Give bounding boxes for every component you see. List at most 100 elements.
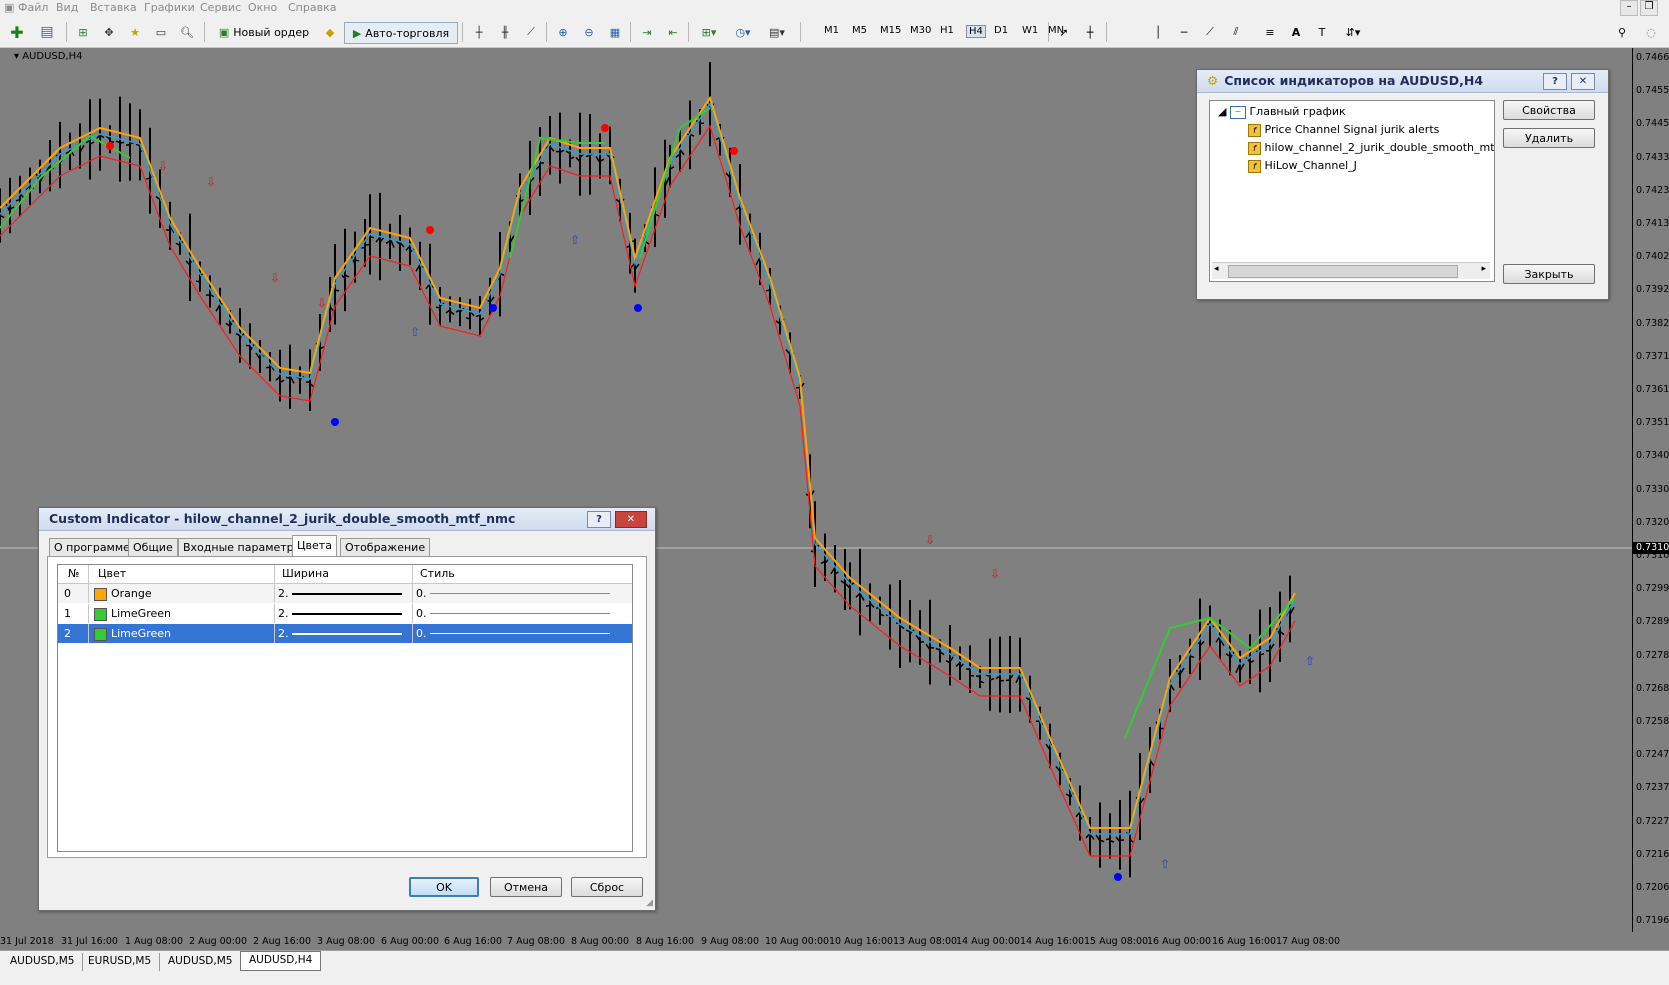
width-select[interactable]: 2. [278, 587, 406, 600]
line-chart-icon[interactable]: ⟋ [520, 22, 542, 42]
down-arrow-icon: ⇩ [270, 271, 280, 285]
chart-tab-eurusd-m5[interactable]: EURUSD,M5 [80, 953, 160, 971]
scroll-left-icon[interactable]: ◂ [1214, 264, 1219, 274]
color-picker[interactable]: LimeGreen [94, 607, 171, 621]
tree-root[interactable]: ◢ ~ Главный график [1218, 105, 1346, 119]
scroll-right-icon[interactable]: ▸ [1481, 264, 1486, 274]
fibonacci-icon[interactable]: ≡ [1260, 22, 1280, 42]
menu-help[interactable]: Справка [288, 1, 336, 14]
market-watch-icon[interactable]: ⊞ [72, 22, 94, 42]
navigator-icon[interactable]: ★ [124, 22, 146, 42]
close-icon[interactable]: ✕ [615, 511, 647, 528]
ohlc-close-tick [370, 237, 374, 238]
menu-view[interactable]: Вид [56, 1, 78, 14]
equidistant-channel-icon[interactable]: ⫽ [1226, 22, 1246, 42]
reset-button[interactable]: Сброс [571, 877, 643, 897]
metaeditor-icon[interactable]: ◆ [320, 22, 340, 42]
text-label-icon[interactable]: T [1312, 22, 1332, 42]
timeframe-m1[interactable]: M1 [824, 25, 839, 36]
help-button[interactable]: ? [587, 511, 611, 528]
indicators-dialog-titlebar[interactable]: ⚙Список индикаторов на AUDUSD,H4 ? ✕ [1197, 70, 1608, 93]
minimize-icon[interactable]: – [1620, 0, 1638, 16]
menu-window[interactable]: Окно [248, 1, 277, 14]
indicator-item-0[interactable]: f Price Channel Signal jurik alerts [1248, 123, 1439, 137]
tab-common[interactable]: Общие [128, 538, 178, 556]
chat-icon[interactable]: ◌ [1640, 22, 1662, 42]
chart-tab-audusd-m5[interactable]: AUDUSD,M5 [2, 953, 83, 971]
time-tick: 2 Aug 16:00 [253, 936, 311, 947]
color-swatch [94, 628, 107, 641]
ohlc-open-tick [246, 345, 250, 346]
collapse-icon[interactable]: ◢ [1218, 105, 1226, 118]
style-select[interactable]: 0. [416, 607, 628, 620]
chart-tab-audusd-m5-2[interactable]: AUDUSD,M5 [160, 953, 241, 971]
indicator-item-2[interactable]: f HiLow_Channel_J [1248, 159, 1357, 173]
custom-dialog-titlebar[interactable]: Custom Indicator - hilow_channel_2_jurik… [39, 508, 655, 531]
menu-insert[interactable]: Вставка [90, 1, 137, 14]
tab-visualization[interactable]: Отображение [340, 538, 430, 556]
autoscroll-icon[interactable]: ⇤ [662, 22, 684, 42]
help-button[interactable]: ? [1543, 73, 1567, 90]
style-select[interactable]: 0. [416, 587, 628, 600]
trendline-icon[interactable]: ⟋ [1200, 22, 1220, 42]
width-select[interactable]: 2. [278, 607, 406, 620]
bar-chart-icon[interactable]: ┼ [468, 22, 490, 42]
menu-charts[interactable]: Графики [144, 1, 195, 14]
chart-tab-audusd-h4[interactable]: AUDUSD,H4 [240, 951, 321, 971]
timeframe-m5[interactable]: M5 [852, 25, 867, 36]
arrows-menu-icon[interactable]: ⇵▾ [1338, 22, 1368, 42]
close-icon[interactable]: ✕ [1571, 73, 1595, 90]
color-row[interactable]: 1LimeGreen2.0. [58, 604, 632, 623]
templates-menu-icon[interactable]: ▤▾ [762, 22, 792, 42]
ok-button[interactable]: OK [409, 877, 479, 897]
custom-indicator-dialog: Custom Indicator - hilow_channel_2_jurik… [38, 507, 656, 911]
zoom-in-icon[interactable]: ⊕ [552, 22, 574, 42]
horizontal-scrollbar[interactable]: ◂ ▸ [1212, 262, 1490, 279]
style-select[interactable]: 0. [416, 627, 628, 640]
chart-shift-icon[interactable]: ⇥ [636, 22, 658, 42]
menu-tools[interactable]: Сервис [200, 1, 241, 14]
profiles-icon[interactable]: ▤ [34, 22, 60, 42]
scrollbar-thumb[interactable] [1228, 265, 1458, 278]
strategy-tester-icon[interactable]: 🔍︎ [176, 22, 198, 42]
timeframe-h4[interactable]: H4 [966, 25, 986, 38]
timeframe-d1[interactable]: D1 [994, 25, 1008, 36]
menu-file[interactable]: Файл [18, 1, 48, 14]
timeframe-h1[interactable]: H1 [940, 25, 954, 36]
new-chart-icon[interactable]: ✚ [4, 22, 30, 42]
indicators-menu-icon[interactable]: ⊞▾ [694, 22, 724, 42]
timeframe-m30[interactable]: M30 [910, 25, 931, 36]
zoom-out-icon[interactable]: ⊖ [578, 22, 600, 42]
resize-grip-icon[interactable]: ◢ [646, 898, 653, 908]
data-window-icon[interactable]: ✥ [98, 22, 120, 42]
periods-menu-icon[interactable]: ◷▾ [728, 22, 758, 42]
tab-about[interactable]: О программе [49, 538, 135, 556]
new-order-button[interactable]: ▣Новый ордер [210, 22, 318, 42]
delete-button[interactable]: Удалить [1503, 128, 1595, 148]
tile-windows-icon[interactable]: ▦ [604, 22, 626, 42]
color-row[interactable]: 0Orange2.0. [58, 584, 632, 603]
auto-trading-button[interactable]: ▶Авто-торговля [344, 22, 458, 44]
color-picker[interactable]: Orange [94, 587, 152, 601]
cancel-button[interactable]: Отмена [490, 877, 562, 897]
timeframe-mn[interactable]: MN [1048, 25, 1064, 36]
restore-icon[interactable]: ❐ [1640, 0, 1658, 16]
indicator-item-1[interactable]: f hilow_channel_2_jurik_double_smooth_mt… [1248, 141, 1494, 155]
text-icon[interactable]: A [1286, 22, 1306, 42]
vertical-line-icon[interactable]: │ [1148, 22, 1168, 42]
timeframe-w1[interactable]: W1 [1022, 25, 1038, 36]
search-icon[interactable]: ⚲ [1612, 22, 1632, 42]
horizontal-line-icon[interactable]: ─ [1174, 22, 1194, 42]
candlestick-icon[interactable]: ╫ [494, 22, 516, 42]
properties-button[interactable]: Свойства [1503, 100, 1595, 120]
color-row[interactable]: 2LimeGreen2.0. [58, 624, 632, 643]
buy-dot [331, 418, 339, 426]
timeframe-m15[interactable]: M15 [880, 25, 901, 36]
tab-inputs[interactable]: Входные параметры [178, 538, 307, 556]
crosshair-icon[interactable]: ┼ [1080, 22, 1100, 42]
color-picker[interactable]: LimeGreen [94, 627, 171, 641]
width-select[interactable]: 2. [278, 627, 406, 640]
terminal-icon[interactable]: ▭ [150, 22, 172, 42]
tab-colors[interactable]: Цвета [292, 535, 337, 557]
close-button[interactable]: Закрыть [1503, 264, 1595, 284]
